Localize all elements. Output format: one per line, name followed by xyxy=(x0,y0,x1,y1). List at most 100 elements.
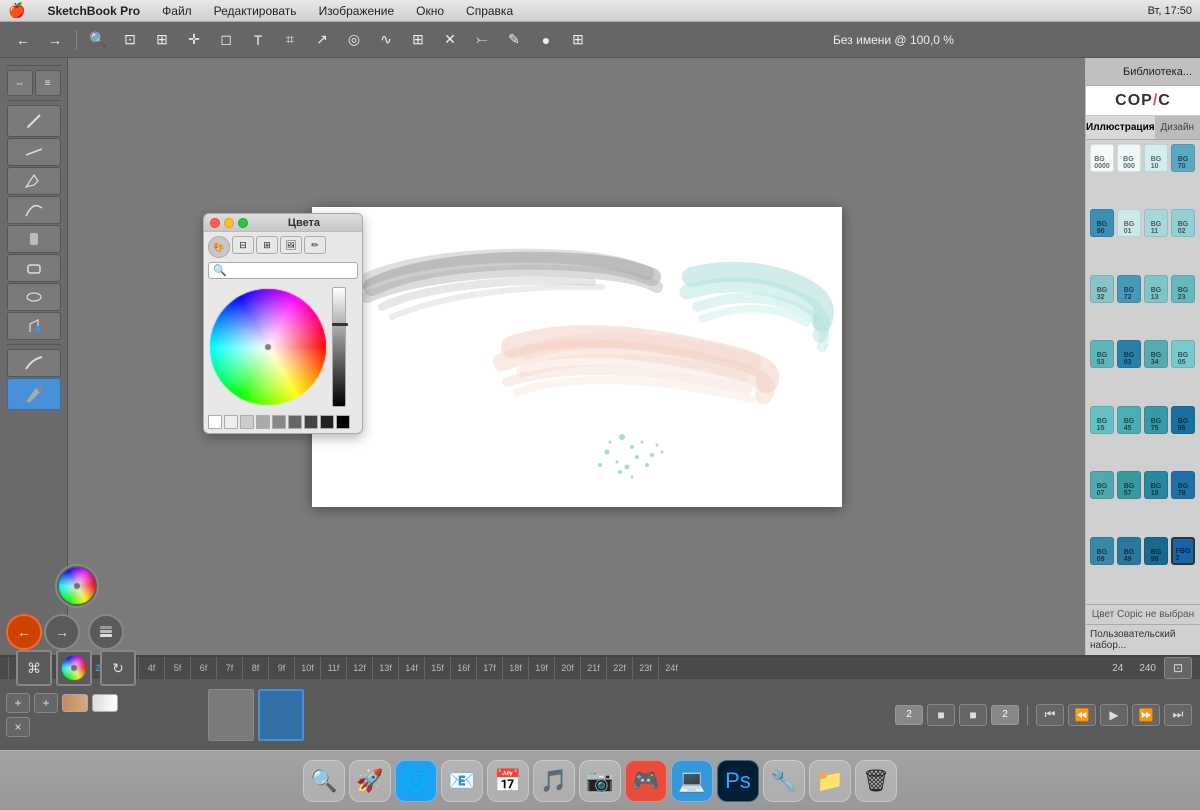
tool-pen-1[interactable] xyxy=(7,167,61,195)
mini-swatch-9[interactable] xyxy=(336,415,350,429)
playback-stop-1[interactable]: ■ xyxy=(927,704,955,726)
color-swatch-BG53[interactable]: BG53 xyxy=(1090,340,1114,368)
color-wheel-canvas[interactable] xyxy=(208,287,328,407)
toolbar-pen[interactable]: ✎ xyxy=(499,26,529,54)
menu-file[interactable]: Файл xyxy=(158,4,196,18)
tool-transform[interactable]: ⇔ xyxy=(7,70,33,96)
track-frame-1[interactable] xyxy=(208,689,254,741)
playback-end[interactable]: ⏭ xyxy=(1164,704,1192,726)
color-swatch-BG78[interactable]: BG78 xyxy=(1171,471,1195,499)
toolbar-text[interactable]: T xyxy=(243,26,273,54)
color-swatch-BG23[interactable]: BG23 xyxy=(1171,275,1195,303)
tab-illustration[interactable]: Иллюстрация xyxy=(1086,116,1155,139)
color-swatch-BG01[interactable]: BG01 xyxy=(1117,209,1141,237)
mini-swatch-5[interactable] xyxy=(272,415,286,429)
color-swatch-BG45[interactable]: BG45 xyxy=(1117,406,1141,434)
color-swatch-BG93[interactable]: BG93 xyxy=(1117,340,1141,368)
toolbar-color[interactable]: ● xyxy=(531,26,561,54)
dock-app4[interactable]: 🔧 xyxy=(763,760,805,802)
playback-stop-2[interactable]: ■ xyxy=(959,704,987,726)
color-swatch-BG34[interactable]: BG34 xyxy=(1144,340,1168,368)
tool-fill[interactable] xyxy=(7,312,61,340)
toolbar-line[interactable]: ↗ xyxy=(307,26,337,54)
brush-swatch-1[interactable] xyxy=(62,694,88,712)
color-swatch-BG05[interactable]: BG05 xyxy=(1171,340,1195,368)
dock-trash[interactable]: 🗑 xyxy=(855,760,897,802)
dock-calendar[interactable]: 📅 xyxy=(487,760,529,802)
mini-swatch-2[interactable] xyxy=(224,415,238,429)
toolbar-grid[interactable]: ⊞ xyxy=(403,26,433,54)
tool-pencil-2[interactable] xyxy=(7,138,61,166)
dock-finder2[interactable]: 📁 xyxy=(809,760,851,802)
dock-app2[interactable]: 💻 xyxy=(671,760,713,802)
color-swatch-BG75[interactable]: BG75 xyxy=(1144,406,1168,434)
mini-swatch-6[interactable] xyxy=(288,415,302,429)
tool-layers[interactable]: ≡ xyxy=(35,70,61,96)
dock-photos[interactable]: 📷 xyxy=(579,760,621,802)
toolbar-select[interactable]: ⊡ xyxy=(115,26,145,54)
library-label[interactable]: Библиотека... xyxy=(1123,66,1192,78)
mini-swatch-8[interactable] xyxy=(320,415,334,429)
color-swatch-BG18[interactable]: BG18 xyxy=(1144,471,1168,499)
color-swatch-BG15[interactable]: BG15 xyxy=(1090,406,1114,434)
dock-photoshop[interactable]: Ps xyxy=(717,760,759,802)
color-swatch-BG11[interactable]: BG11 xyxy=(1144,209,1168,237)
mini-swatch-7[interactable] xyxy=(304,415,318,429)
radial-small-btn-1[interactable]: ⌘ xyxy=(16,650,52,686)
radial-small-btn-2[interactable]: ↻ xyxy=(100,650,136,686)
playback-play[interactable]: ▶ xyxy=(1100,704,1128,726)
color-tab-swatches[interactable]: ⊞ xyxy=(256,236,278,254)
tool-smudge[interactable] xyxy=(7,283,61,311)
toolbar-transform[interactable]: ◻ xyxy=(211,26,241,54)
menu-help[interactable]: Справка xyxy=(462,4,517,18)
custom-set-button[interactable]: Пользовательский набор... xyxy=(1086,624,1200,655)
radial-back-btn[interactable]: ← xyxy=(6,614,42,650)
menu-window[interactable]: Окно xyxy=(412,4,448,18)
color-search-bar[interactable]: 🔍 xyxy=(208,262,358,279)
dock-launchpad[interactable]: 🚀 xyxy=(349,760,391,802)
timeline-expand-btn[interactable]: ⊡ xyxy=(1164,657,1192,679)
dock-safari[interactable]: 🌐 xyxy=(395,760,437,802)
mini-swatch-4[interactable] xyxy=(256,415,270,429)
color-swatch-BG10[interactable]: BG10 xyxy=(1144,144,1168,172)
apple-menu[interactable]: 🍎 xyxy=(8,2,25,19)
playback-rewind[interactable]: ⏮ xyxy=(1036,704,1064,726)
color-swatch-BG09[interactable]: BG09 xyxy=(1090,537,1114,565)
color-tab-image[interactable]: 🖼 xyxy=(280,236,302,254)
dock-finder[interactable]: 🔍 xyxy=(303,760,345,802)
dialog-maximize[interactable] xyxy=(238,218,248,228)
tl-add-btn[interactable]: + xyxy=(6,693,30,713)
color-swatch-BG57[interactable]: BG57 xyxy=(1117,471,1141,499)
tool-calligraphy[interactable] xyxy=(7,196,61,224)
color-swatch-BG02[interactable]: BG02 xyxy=(1171,209,1195,237)
toolbar-redo[interactable]: → xyxy=(40,26,70,54)
toolbar-move[interactable]: ✛ xyxy=(179,26,209,54)
color-tab-sliders[interactable]: ⊟ xyxy=(232,236,254,254)
color-swatch-BG07[interactable]: BG07 xyxy=(1090,471,1114,499)
canvas-area[interactable]: Цвета 🎨 ⊟ ⊞ 🖼 ✏ 🔍 xyxy=(68,58,1085,655)
playback-next[interactable]: ⏩ xyxy=(1132,704,1160,726)
dock-mail[interactable]: 📧 xyxy=(441,760,483,802)
dialog-close[interactable] xyxy=(210,218,220,228)
toolbar-sym[interactable]: ✕ xyxy=(435,26,465,54)
color-swatch-BG90[interactable]: BG90 xyxy=(1090,209,1114,237)
color-search-input[interactable] xyxy=(230,265,353,276)
playback-prev[interactable]: ⏪ xyxy=(1068,704,1096,726)
color-swatch-BG72[interactable]: BG72 xyxy=(1117,275,1141,303)
color-swatch-BG99[interactable]: BG99 xyxy=(1144,537,1168,565)
color-tab-crayons[interactable]: ✏ xyxy=(304,236,326,254)
color-swatch-BG49[interactable]: BG49 xyxy=(1117,537,1141,565)
dock-itunes[interactable]: 🎵 xyxy=(533,760,575,802)
menu-edit[interactable]: Редактировать xyxy=(210,4,301,18)
tab-design[interactable]: Дизайн xyxy=(1155,116,1200,139)
radial-color-circle[interactable] xyxy=(56,650,92,686)
toolbar-bezier[interactable]: ∿ xyxy=(371,26,401,54)
color-swatch-BG32[interactable]: BG32 xyxy=(1090,275,1114,303)
color-swatch-BG0000[interactable]: BG0000 xyxy=(1090,144,1114,172)
menu-image[interactable]: Изображение xyxy=(315,4,399,18)
drawing-canvas[interactable] xyxy=(312,207,842,507)
tl-delete-btn[interactable]: × xyxy=(6,717,30,737)
tool-pencil-1[interactable] xyxy=(7,105,61,137)
color-swatch-BG96[interactable]: BG96 xyxy=(1171,406,1195,434)
dialog-minimize[interactable] xyxy=(224,218,234,228)
